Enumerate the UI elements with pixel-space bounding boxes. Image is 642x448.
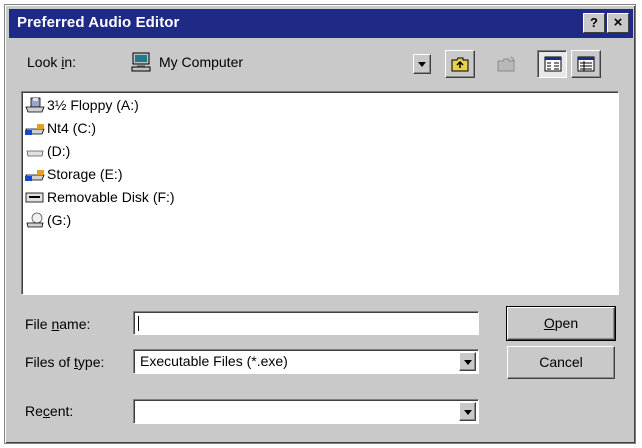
network-drive-icon <box>25 212 45 228</box>
recent-dropdown[interactable] <box>133 399 479 424</box>
open-button[interactable]: Open <box>506 306 616 341</box>
file-item-name: Nt4 (C:) <box>47 120 96 136</box>
computer-icon <box>131 52 153 75</box>
dialog-window: Preferred Audio Editor ? × Look in: My C… <box>4 4 636 444</box>
look-in-label: Look in: <box>27 54 77 70</box>
text-caret <box>138 316 139 331</box>
file-item-name: (D:) <box>47 143 71 159</box>
file-list[interactable]: 3½ Floppy (A:) Nt4 (C:) (D:) Storage (E:… <box>21 91 619 295</box>
file-item-name: Storage (E:) <box>47 166 123 182</box>
look-in-dropdown[interactable]: My Computer <box>123 49 433 77</box>
title-bar[interactable]: Preferred Audio Editor ? × <box>9 9 633 38</box>
hard-drive-icon <box>25 166 45 182</box>
hard-drive-icon <box>25 120 45 136</box>
file-name-label: File name: <box>25 316 91 332</box>
close-button[interactable]: × <box>607 13 629 33</box>
chevron-down-icon <box>464 360 472 365</box>
list-view-button[interactable] <box>537 50 567 78</box>
new-folder-icon <box>497 55 517 76</box>
file-item-name: 3½ Floppy (A:) <box>47 97 139 113</box>
floppy-drive-icon <box>25 97 45 113</box>
recent-dropdown-arrow[interactable] <box>459 402 476 421</box>
files-of-type-value: Executable Files (*.exe) <box>140 353 288 369</box>
up-one-level-button[interactable] <box>445 50 475 78</box>
removable-drive-icon <box>25 189 45 205</box>
file-item-name: Removable Disk (F:) <box>47 189 175 205</box>
details-view-icon <box>577 56 595 75</box>
folder-up-icon <box>451 56 469 75</box>
cancel-button[interactable]: Cancel <box>507 346 615 379</box>
dialog-title: Preferred Audio Editor <box>17 14 180 31</box>
file-name-input[interactable] <box>133 311 479 335</box>
files-of-type-dropdown[interactable]: Executable Files (*.exe) <box>133 349 479 374</box>
chevron-down-icon <box>464 410 472 415</box>
hard-drive-icon <box>25 143 45 159</box>
look-in-value: My Computer <box>159 54 244 70</box>
list-view-icon <box>544 56 562 75</box>
create-new-folder-button[interactable] <box>491 50 521 78</box>
help-button[interactable]: ? <box>583 13 605 33</box>
look-in-dropdown-arrow[interactable] <box>413 54 431 74</box>
details-view-button[interactable] <box>571 50 601 78</box>
recent-label: Recent: <box>25 403 74 419</box>
chevron-down-icon <box>418 62 426 67</box>
files-of-type-label: Files of type: <box>25 354 105 370</box>
file-item-name: (G:) <box>47 212 72 228</box>
files-of-type-dropdown-arrow[interactable] <box>459 352 476 371</box>
